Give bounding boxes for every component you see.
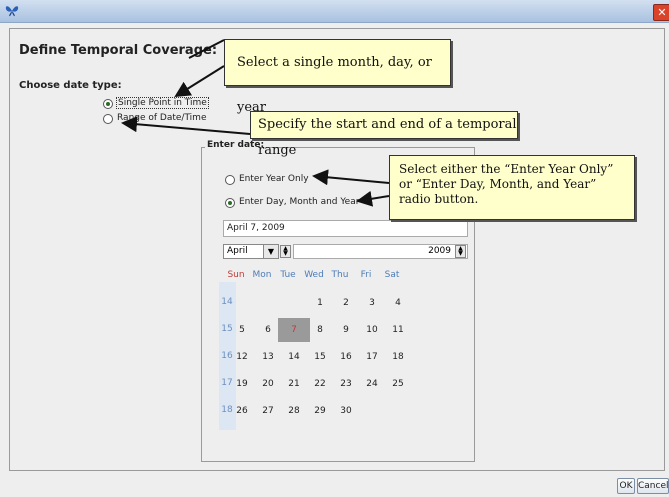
callout-range: Specify the start and end of a temporal … (250, 111, 518, 158)
arrow-to-full-date (356, 190, 390, 207)
arrow-to-range (121, 116, 251, 135)
callout-single-point: Select a single month, day, or year (224, 39, 451, 115)
callout-radio-choice: Select either the “Enter Year Only” or “… (389, 155, 635, 220)
callout-leader-line (188, 39, 225, 59)
arrow-to-single-point (174, 65, 225, 98)
cancel-button[interactable]: Cancel (637, 478, 669, 494)
arrow-to-year-only (312, 169, 390, 186)
ok-button[interactable]: OK (617, 478, 635, 494)
